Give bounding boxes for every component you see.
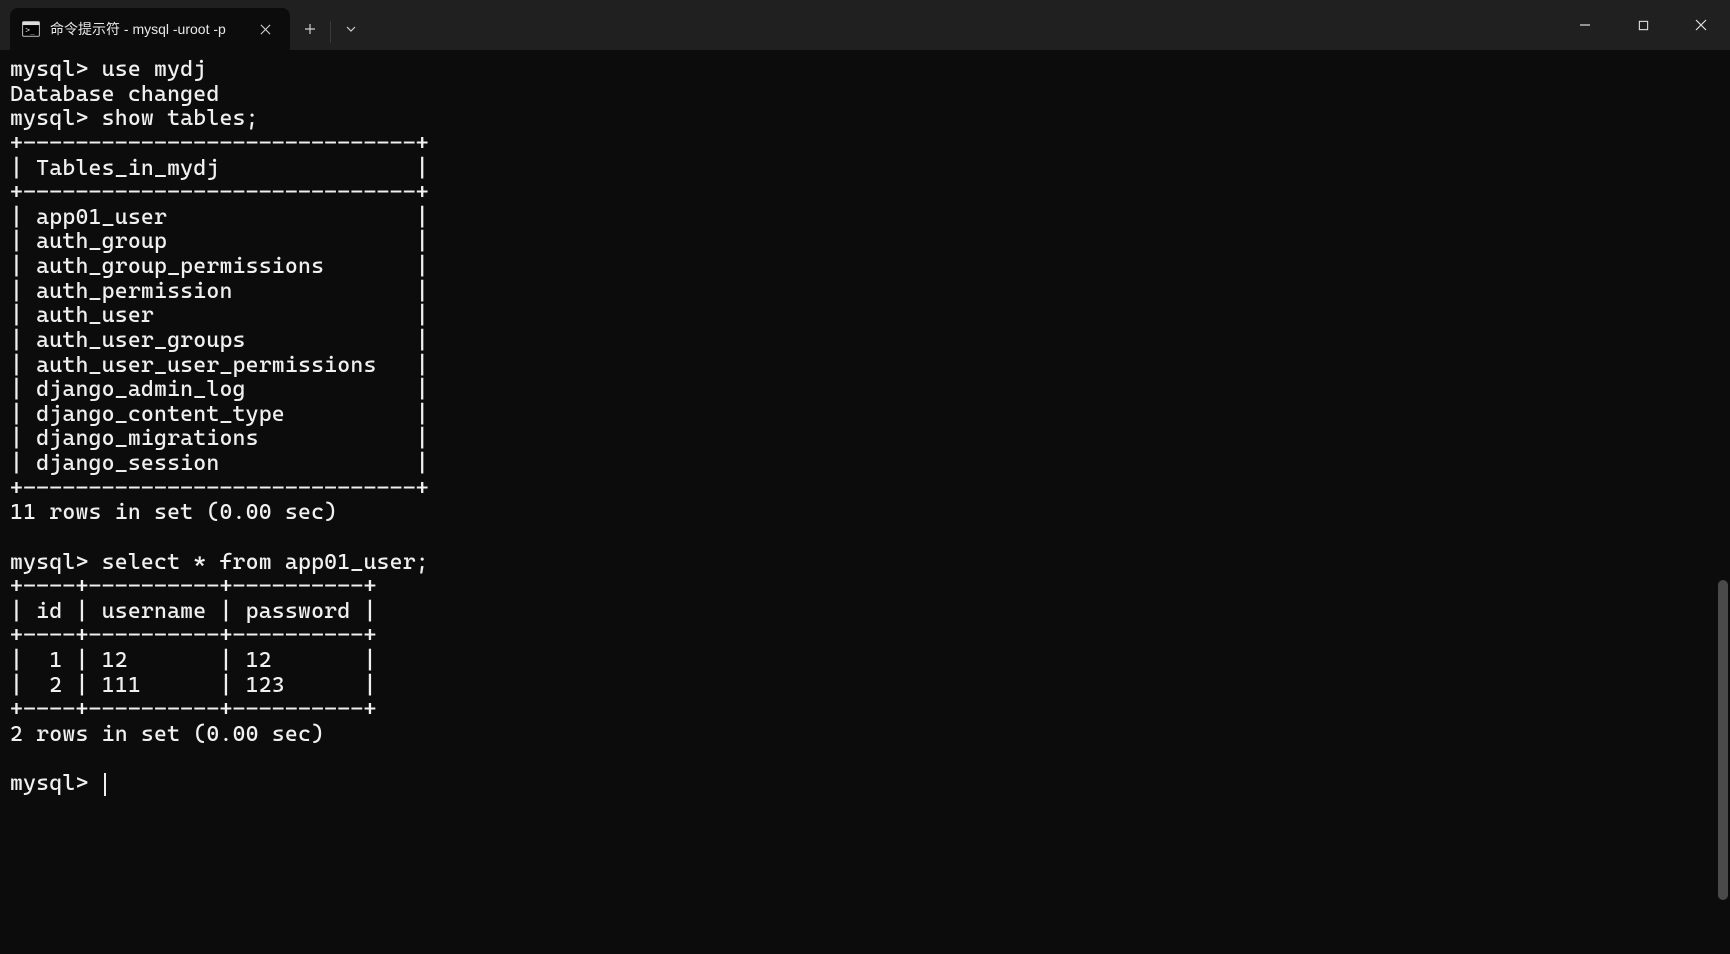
tab-active[interactable]: >_ 命令提示符 - mysql -uroot -p	[10, 8, 290, 50]
tab-strip: >_ 命令提示符 - mysql -uroot -p	[0, 0, 371, 50]
maximize-button[interactable]	[1614, 0, 1672, 50]
tab-close-button[interactable]	[254, 18, 276, 40]
terminal-output[interactable]: mysql> use mydj Database changed mysql> …	[0, 50, 1730, 954]
tab-title: 命令提示符 - mysql -uroot -p	[50, 19, 244, 39]
tab-dropdown-button[interactable]	[331, 8, 371, 50]
titlebar-drag-region[interactable]	[371, 0, 1556, 50]
scrollbar-thumb[interactable]	[1718, 580, 1728, 900]
minimize-button[interactable]	[1556, 0, 1614, 50]
svg-text:>_: >_	[25, 25, 35, 34]
close-button[interactable]	[1672, 0, 1730, 50]
text-cursor	[104, 773, 106, 796]
titlebar: >_ 命令提示符 - mysql -uroot -p	[0, 0, 1730, 50]
terminal-viewport: mysql> use mydj Database changed mysql> …	[0, 50, 1730, 954]
new-tab-button[interactable]	[290, 8, 330, 50]
cmd-icon: >_	[22, 20, 40, 38]
window-controls	[1556, 0, 1730, 50]
vertical-scrollbar[interactable]	[1716, 50, 1730, 954]
